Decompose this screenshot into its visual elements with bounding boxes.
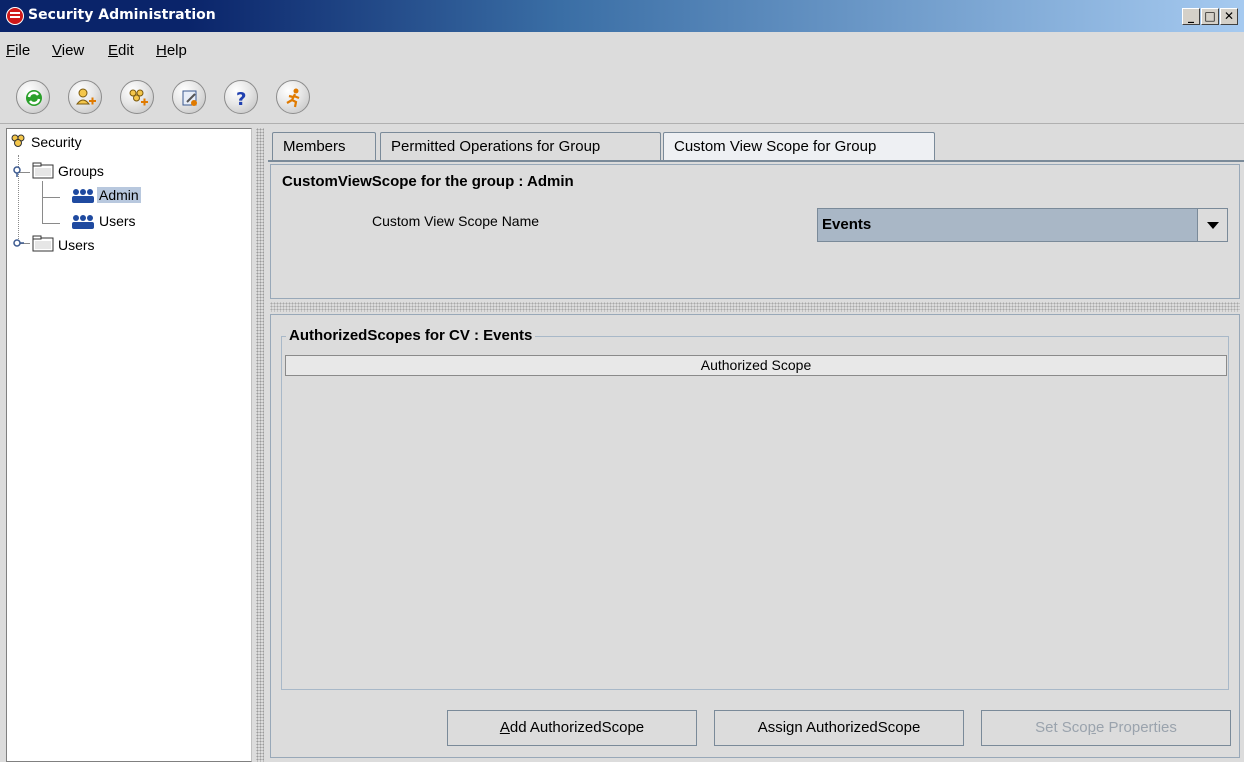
split-divider[interactable] xyxy=(270,302,1240,312)
menu-bar: File View Edit Help xyxy=(0,32,1244,68)
menu-help[interactable]: Help xyxy=(156,42,187,59)
menu-edit[interactable]: Edit xyxy=(108,42,134,59)
title-bar[interactable]: Security Administration _ □ ✕ xyxy=(0,0,1244,32)
edit-properties-icon xyxy=(182,90,197,106)
add-group-button[interactable] xyxy=(120,80,154,114)
minimize-button[interactable]: _ xyxy=(1182,8,1200,25)
maximize-button[interactable]: □ xyxy=(1201,8,1219,25)
set-scope-properties-button[interactable]: Set Scope Properties xyxy=(981,710,1231,746)
menu-file[interactable]: File xyxy=(6,42,30,59)
add-authorized-scope-button[interactable]: Add AuthorizedScope xyxy=(447,710,697,746)
exit-icon xyxy=(286,88,300,108)
add-user-button[interactable] xyxy=(68,80,102,114)
svg-text:?: ? xyxy=(236,89,246,109)
scope-name-select[interactable]: Events xyxy=(817,208,1228,242)
tree-line xyxy=(42,223,60,224)
tab-members[interactable]: Members xyxy=(272,132,376,161)
add-group-icon xyxy=(129,89,148,106)
authorized-scope-table-body[interactable] xyxy=(285,377,1227,687)
tree-root-security[interactable]: Security xyxy=(31,134,82,150)
security-tree[interactable]: Security Groups Admin Users Users xyxy=(6,128,252,762)
folder-icon xyxy=(32,235,54,252)
tree-item-users[interactable]: Users xyxy=(58,237,95,253)
help-icon: ? xyxy=(236,89,246,109)
exit-button[interactable] xyxy=(276,80,310,114)
tab-divider xyxy=(268,160,1244,162)
group-icon xyxy=(72,215,94,229)
app-icon xyxy=(6,7,24,25)
assign-authorized-scope-button[interactable]: Assign AuthorizedScope xyxy=(714,710,964,746)
tree-line xyxy=(42,197,60,198)
scope-name-label: Custom View Scope Name xyxy=(372,213,540,229)
help-button[interactable]: ? xyxy=(224,80,258,114)
menu-view[interactable]: View xyxy=(52,42,84,59)
authorized-scope-column-header[interactable]: Authorized Scope xyxy=(285,355,1227,376)
toolbar: ? xyxy=(0,68,1244,124)
scope-panel-title: CustomViewScope for the group : Admin xyxy=(279,173,577,190)
add-user-icon xyxy=(75,88,96,105)
tree-item-users-group[interactable]: Users xyxy=(99,213,136,229)
security-root-icon xyxy=(11,134,25,147)
chevron-down-icon[interactable] xyxy=(1197,209,1227,241)
tree-item-admin[interactable]: Admin xyxy=(97,187,141,203)
refresh-button[interactable] xyxy=(16,80,50,114)
scope-name-value: Events xyxy=(822,216,872,233)
authorized-scopes-title: AuthorizedScopes for CV : Events xyxy=(286,327,536,344)
tab-permitted-operations[interactable]: Permitted Operations for Group xyxy=(380,132,661,161)
edit-properties-button[interactable] xyxy=(172,80,206,114)
group-icon xyxy=(72,189,94,203)
tree-item-groups[interactable]: Groups xyxy=(58,163,104,179)
window-title: Security Administration xyxy=(28,7,216,23)
collapsed-handle-icon[interactable] xyxy=(13,237,25,249)
refresh-icon xyxy=(26,90,42,106)
splitter-handle[interactable] xyxy=(256,128,264,762)
close-button[interactable]: ✕ xyxy=(1220,8,1238,25)
tab-custom-view-scope[interactable]: Custom View Scope for Group xyxy=(663,132,935,162)
folder-icon xyxy=(32,162,54,179)
expanded-handle-icon[interactable] xyxy=(13,166,25,178)
tree-line xyxy=(42,181,43,224)
